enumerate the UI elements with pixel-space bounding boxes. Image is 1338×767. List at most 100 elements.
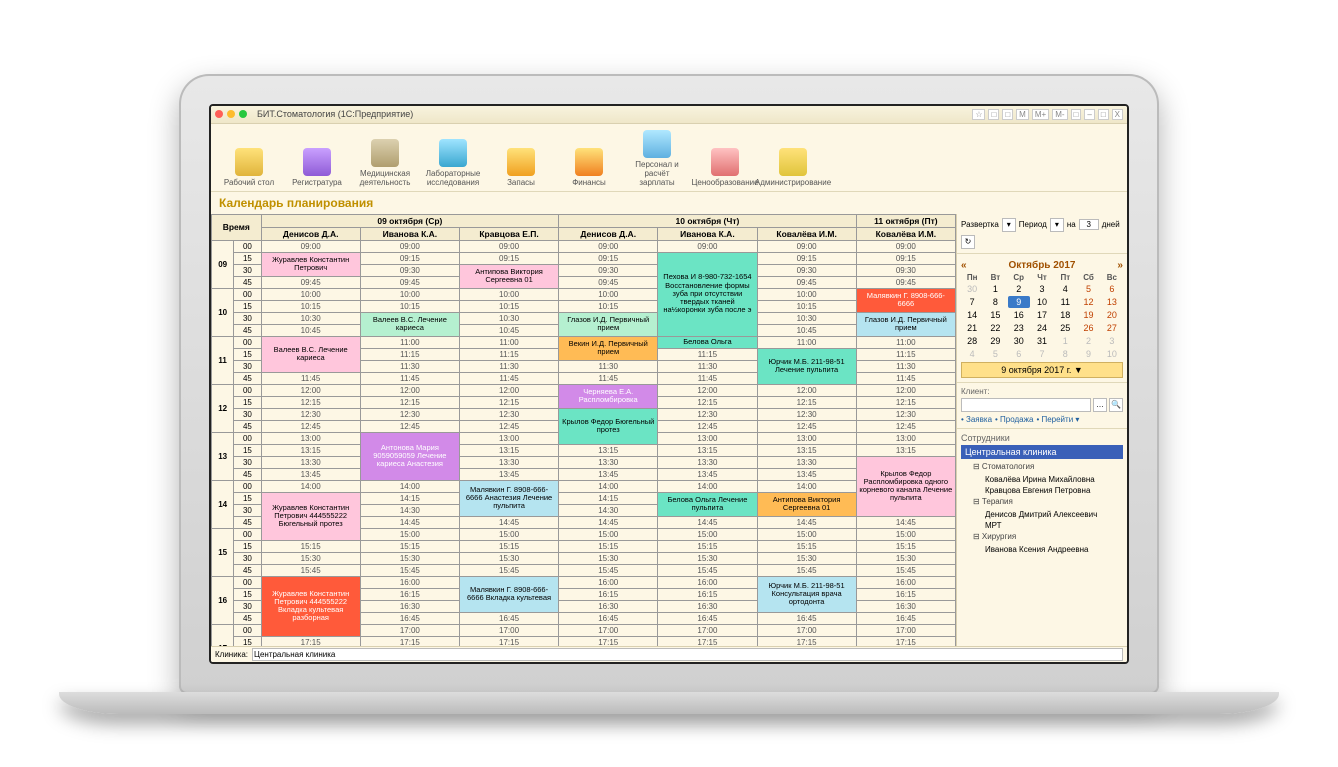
empty-slot[interactable]: 09:45 <box>856 276 955 288</box>
empty-slot[interactable]: 14:30 <box>360 504 459 516</box>
cal-day[interactable]: 28 <box>961 335 983 347</box>
toolbar-item[interactable]: Лабораторные исследования <box>421 128 485 189</box>
empty-slot[interactable]: 15:30 <box>757 552 856 564</box>
empty-slot[interactable]: 11:45 <box>360 372 459 384</box>
maximize-icon[interactable] <box>239 110 247 118</box>
tree-item[interactable]: Ковалёва Ирина Михайловна <box>985 474 1123 485</box>
window-control[interactable]: ☆ <box>972 109 985 120</box>
cal-day[interactable]: 8 <box>1054 348 1076 360</box>
empty-slot[interactable]: 16:00 <box>856 576 955 588</box>
tree-item[interactable]: Кравцова Евгения Петровна <box>985 485 1123 496</box>
appointment-cell[interactable]: Малявкин Г. 8908-666-6666 <box>856 288 955 312</box>
window-control[interactable]: M+ <box>1032 109 1049 120</box>
cal-day[interactable]: 24 <box>1031 322 1053 334</box>
cal-day[interactable]: 1 <box>984 283 1006 295</box>
cal-day[interactable]: 22 <box>984 322 1006 334</box>
empty-slot[interactable]: 11:45 <box>459 372 558 384</box>
empty-slot[interactable]: 14:45 <box>856 516 955 528</box>
doctor-header[interactable]: Ковалёва И.М. <box>757 227 856 240</box>
doctor-header[interactable]: Ковалёва И.М. <box>856 227 955 240</box>
empty-slot[interactable]: 12:15 <box>459 396 558 408</box>
empty-slot[interactable]: 15:15 <box>757 540 856 552</box>
window-control[interactable]: M- <box>1052 109 1067 120</box>
empty-slot[interactable]: 13:45 <box>261 468 360 480</box>
empty-slot[interactable]: 09:15 <box>459 252 558 264</box>
empty-slot[interactable]: 13:30 <box>658 456 757 468</box>
empty-slot[interactable]: 15:30 <box>360 552 459 564</box>
cal-day[interactable]: 4 <box>961 348 983 360</box>
empty-slot[interactable]: 15:00 <box>559 528 658 540</box>
cal-day[interactable]: 3 <box>1101 335 1123 347</box>
empty-slot[interactable]: 11:00 <box>459 336 558 348</box>
empty-slot[interactable]: 13:30 <box>459 456 558 468</box>
toolbar-item[interactable]: Персонал и расчёт зарплаты <box>625 128 689 189</box>
toolbar-item[interactable]: Рабочий стол <box>217 128 281 189</box>
schedule-scroll[interactable]: Время09 октября (Ср)10 октября (Чт)11 ок… <box>211 214 957 662</box>
empty-slot[interactable]: 13:30 <box>757 456 856 468</box>
empty-slot[interactable]: 09:30 <box>757 264 856 276</box>
empty-slot[interactable]: 09:30 <box>559 264 658 276</box>
toolbar-item[interactable]: Медицинская деятельность <box>353 128 417 189</box>
empty-slot[interactable]: 15:15 <box>856 540 955 552</box>
client-link[interactable]: • Продажа <box>995 415 1033 424</box>
empty-slot[interactable]: 15:15 <box>459 540 558 552</box>
empty-slot[interactable]: 10:45 <box>261 324 360 336</box>
appointment-cell[interactable]: Валеев В.С. Лечение кариеса <box>360 312 459 336</box>
doctor-header[interactable]: Денисов Д.А. <box>559 227 658 240</box>
tree-group[interactable]: ⊟ Стоматология <box>973 461 1123 472</box>
cal-day[interactable]: 10 <box>1101 348 1123 360</box>
appointment-cell[interactable]: Векин И.Д. Первичный прием <box>559 336 658 360</box>
empty-slot[interactable]: 15:45 <box>658 564 757 576</box>
empty-slot[interactable]: 11:45 <box>261 372 360 384</box>
cal-prev-icon[interactable]: « <box>961 260 967 271</box>
empty-slot[interactable]: 09:00 <box>360 240 459 252</box>
doctor-header[interactable]: Иванова К.А. <box>360 227 459 240</box>
cal-day[interactable]: 9 <box>1008 296 1030 308</box>
empty-slot[interactable]: 12:00 <box>459 384 558 396</box>
empty-slot[interactable]: 15:45 <box>757 564 856 576</box>
tree-item[interactable]: Денисов Дмитрий Алексеевич <box>985 509 1123 520</box>
window-control[interactable]: M <box>1016 109 1029 120</box>
empty-slot[interactable]: 09:45 <box>757 276 856 288</box>
empty-slot[interactable]: 12:15 <box>360 396 459 408</box>
cal-day[interactable]: 3 <box>1031 283 1053 295</box>
empty-slot[interactable]: 14:00 <box>559 480 658 492</box>
empty-slot[interactable]: 15:45 <box>360 564 459 576</box>
empty-slot[interactable]: 10:45 <box>757 324 856 336</box>
empty-slot[interactable]: 16:30 <box>658 600 757 612</box>
empty-slot[interactable]: 16:45 <box>856 612 955 624</box>
empty-slot[interactable]: 13:15 <box>261 444 360 456</box>
empty-slot[interactable]: 15:45 <box>856 564 955 576</box>
empty-slot[interactable]: 16:15 <box>559 588 658 600</box>
cal-day[interactable]: 11 <box>1054 296 1076 308</box>
empty-slot[interactable]: 13:00 <box>856 432 955 444</box>
window-control[interactable]: □ <box>1002 109 1013 120</box>
empty-slot[interactable]: 09:00 <box>757 240 856 252</box>
empty-slot[interactable]: 10:15 <box>261 300 360 312</box>
cal-day[interactable]: 23 <box>1008 322 1030 334</box>
empty-slot[interactable]: 16:30 <box>360 600 459 612</box>
cal-day[interactable]: 1 <box>1054 335 1076 347</box>
cal-day[interactable]: 25 <box>1054 322 1076 334</box>
client-search-button[interactable]: 🔍 <box>1109 398 1123 412</box>
empty-slot[interactable]: 09:15 <box>757 252 856 264</box>
empty-slot[interactable]: 14:30 <box>559 504 658 516</box>
window-control[interactable]: □ <box>988 109 999 120</box>
empty-slot[interactable]: 16:15 <box>856 588 955 600</box>
empty-slot[interactable]: 15:15 <box>559 540 658 552</box>
empty-slot[interactable]: 11:45 <box>856 372 955 384</box>
cal-day[interactable]: 14 <box>961 309 983 321</box>
cal-day[interactable]: 2 <box>1077 335 1099 347</box>
empty-slot[interactable]: 11:00 <box>856 336 955 348</box>
empty-slot[interactable]: 11:15 <box>856 348 955 360</box>
cal-day[interactable]: 10 <box>1031 296 1053 308</box>
empty-slot[interactable]: 13:00 <box>261 432 360 444</box>
cal-day[interactable]: 5 <box>984 348 1006 360</box>
empty-slot[interactable]: 15:45 <box>559 564 658 576</box>
appointment-cell[interactable]: Глазов И.Д. Первичный прием <box>559 312 658 336</box>
empty-slot[interactable]: 15:15 <box>658 540 757 552</box>
empty-slot[interactable]: 12:45 <box>757 420 856 432</box>
cal-day[interactable]: 26 <box>1077 322 1099 334</box>
empty-slot[interactable]: 16:00 <box>559 576 658 588</box>
empty-slot[interactable]: 15:30 <box>459 552 558 564</box>
